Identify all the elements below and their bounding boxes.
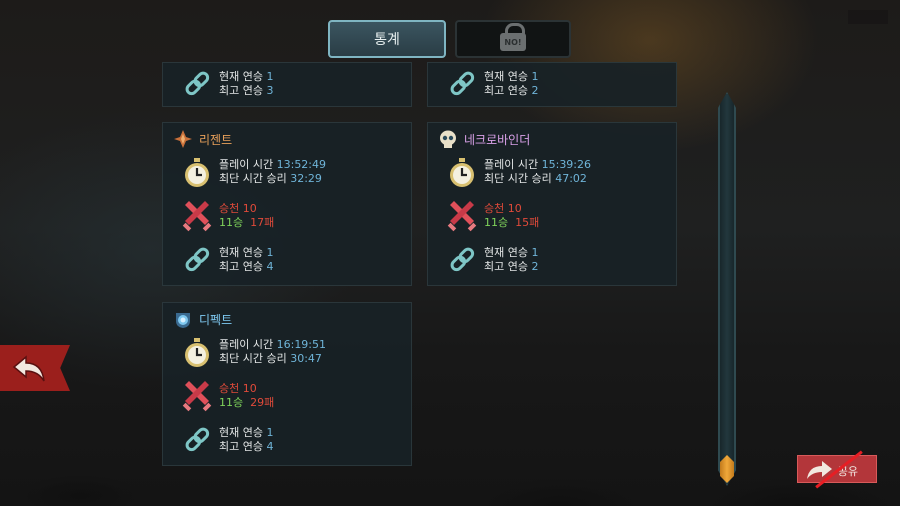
best-streak-label: 최고 연승	[484, 84, 528, 97]
playtime-label: 플레이 시간	[219, 338, 274, 351]
playtime-value: 13:52:49	[276, 158, 327, 171]
current-streak-value: 1	[531, 70, 539, 83]
current-streak-value: 1	[531, 246, 539, 259]
ascension-value: 10	[242, 202, 257, 215]
tab-statistics-label: 통계	[374, 32, 400, 48]
losses-value: 15패	[515, 216, 540, 229]
tab-statistics[interactable]: 통계	[328, 20, 446, 58]
current-streak-value: 1	[266, 426, 274, 439]
ascension-label: 승천	[219, 202, 240, 215]
class-name: 리젠트	[199, 133, 233, 147]
playtime-value: 15:39:26	[541, 158, 592, 171]
crossed-swords-icon	[447, 201, 477, 232]
streak-row: 현재 연승 1 최고 연승 4	[181, 245, 401, 279]
stats-panel-defect: 디펙트 플레이 시간 16:19:51 최단 시간 승리 30:47 승천 10…	[162, 302, 412, 466]
streak-row: 현재 연승 1 최고 연승 3	[181, 69, 401, 103]
current-streak-label: 현재 연승	[219, 70, 263, 83]
current-streak-label: 현재 연승	[484, 70, 528, 83]
stopwatch-icon	[450, 158, 474, 187]
stats-panel-regent: 리젠트 플레이 시간 13:52:49 최단 시간 승리 32:29 승천 10…	[162, 122, 412, 286]
playtime-label: 플레이 시간	[219, 158, 274, 171]
stats-panel-top-right: 현재 연승 1 최고 연승 2	[427, 62, 677, 107]
playtime-row: 플레이 시간 13:52:49 최단 시간 승리 32:29	[181, 157, 401, 191]
lock-icon: NO!	[500, 23, 526, 53]
fastest-win-label: 최단 시간 승리	[219, 352, 287, 365]
skull-class-icon	[440, 130, 456, 148]
lock-badge-text: NO!	[500, 33, 526, 51]
fastest-win-value: 30:47	[290, 352, 322, 365]
current-streak-label: 현재 연승	[219, 246, 263, 259]
wins-value: 11승	[219, 216, 244, 229]
share-button[interactable]: 공유	[797, 450, 877, 489]
chain-icon	[185, 427, 210, 452]
playtime-value: 16:19:51	[276, 338, 327, 351]
ascension-value: 10	[507, 202, 522, 215]
regent-class-icon	[174, 130, 192, 148]
chain-icon	[450, 71, 475, 96]
chain-icon	[185, 71, 210, 96]
ascension-label: 승천	[219, 382, 240, 395]
crossed-swords-icon	[182, 381, 212, 412]
best-streak-label: 최고 연승	[484, 260, 528, 273]
playtime-label: 플레이 시간	[484, 158, 539, 171]
stopwatch-icon	[185, 338, 209, 367]
current-streak-value: 1	[266, 246, 274, 259]
current-streak-value: 1	[266, 70, 274, 83]
tab-locked[interactable]: NO!	[455, 20, 571, 58]
top-right-hint	[848, 10, 888, 24]
best-streak-label: 최고 연승	[219, 440, 263, 453]
fastest-win-label: 최단 시간 승리	[484, 172, 552, 185]
crossed-swords-icon	[182, 201, 212, 232]
playtime-row: 플레이 시간 15:39:26 최단 시간 승리 47:02	[446, 157, 666, 191]
ascension-row: 승천 10 11승 17패	[181, 201, 401, 235]
ascension-label: 승천	[484, 202, 505, 215]
current-streak-label: 현재 연승	[219, 426, 263, 439]
fastest-win-value: 47:02	[555, 172, 587, 185]
streak-row: 현재 연승 1 최고 연승 2	[446, 69, 666, 103]
losses-value: 29패	[250, 396, 275, 409]
wins-value: 11승	[219, 396, 244, 409]
stopwatch-icon	[185, 158, 209, 187]
ascension-value: 10	[242, 382, 257, 395]
streak-row: 현재 연승 1 최고 연승 2	[446, 245, 666, 279]
losses-value: 17패	[250, 216, 275, 229]
current-streak-label: 현재 연승	[484, 246, 528, 259]
streak-row: 현재 연승 1 최고 연승 4	[181, 425, 401, 459]
best-streak-value: 4	[266, 260, 274, 273]
back-button[interactable]	[0, 345, 70, 391]
best-streak-value: 3	[266, 84, 274, 97]
ascension-row: 승천 10 11승 29패	[181, 381, 401, 415]
stats-panel-top-left: 현재 연승 1 최고 연승 3	[162, 62, 412, 107]
ascension-row: 승천 10 11승 15패	[446, 201, 666, 235]
chain-icon	[450, 247, 475, 272]
best-streak-value: 2	[531, 260, 539, 273]
class-name: 네크로바인더	[464, 133, 531, 147]
back-arrow-icon	[12, 355, 45, 382]
best-streak-label: 최고 연승	[219, 260, 263, 273]
best-streak-value: 4	[266, 440, 274, 453]
fastest-win-value: 32:29	[290, 172, 322, 185]
chain-icon	[185, 247, 210, 272]
stats-panel-necrobinder: 네크로바인더 플레이 시간 15:39:26 최단 시간 승리 47:02 승천…	[427, 122, 677, 286]
wins-value: 11승	[484, 216, 509, 229]
class-name: 디펙트	[199, 313, 233, 327]
best-streak-value: 2	[531, 84, 539, 97]
scrollbar-track[interactable]	[718, 92, 736, 486]
best-streak-label: 최고 연승	[219, 84, 263, 97]
fastest-win-label: 최단 시간 승리	[219, 172, 287, 185]
background-silhouette	[0, 416, 900, 506]
orb-class-icon	[176, 313, 190, 328]
playtime-row: 플레이 시간 16:19:51 최단 시간 승리 30:47	[181, 337, 401, 371]
